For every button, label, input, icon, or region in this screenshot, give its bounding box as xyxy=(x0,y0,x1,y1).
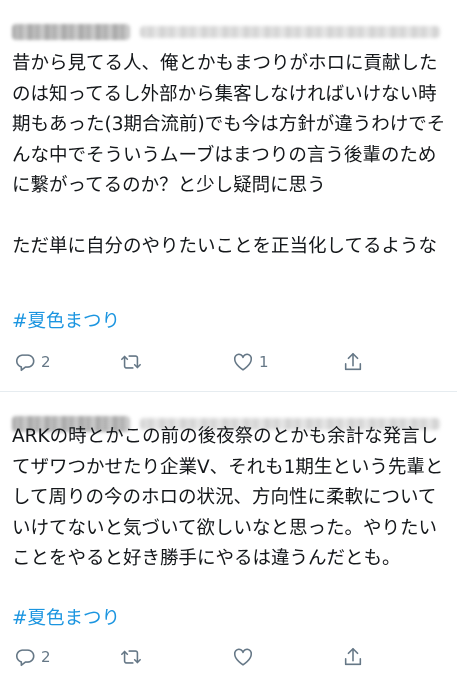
retweet-button[interactable] xyxy=(120,348,147,376)
share-icon xyxy=(344,352,362,371)
like-button[interactable] xyxy=(232,643,259,671)
share-button[interactable] xyxy=(342,348,364,376)
heart-icon xyxy=(233,648,253,666)
blurred-author-name[interactable] xyxy=(12,24,130,40)
reply-button[interactable]: 2 xyxy=(14,643,51,671)
reply-count: 2 xyxy=(41,353,51,371)
tweet-text: ARKの時とかこの前の後夜祭のとかも余計な発言してザワつかせたり企業V、それも1… xyxy=(12,426,444,569)
tweet-card[interactable]: 昔から見てる人、俺とかもまつりがホロに貢献したのは知ってるし外部から集客しなけれ… xyxy=(0,0,457,391)
heart-icon xyxy=(233,353,253,371)
tweet-header xyxy=(12,20,452,44)
retweet-icon xyxy=(121,355,141,369)
hashtag-link[interactable]: #夏色まつり xyxy=(12,604,120,634)
tweet-actions: 2 1 xyxy=(0,348,457,376)
blurred-author-handle[interactable] xyxy=(140,26,440,38)
tweet-card[interactable]: ARKの時とかこの前の後夜祭のとかも余計な発言してザワつかせたり企業V、それも1… xyxy=(0,392,457,685)
reply-button[interactable]: 2 xyxy=(14,348,51,376)
tweet-actions: 2 xyxy=(0,643,457,671)
retweet-icon xyxy=(121,650,141,664)
hashtag-link[interactable]: #夏色まつり xyxy=(12,307,120,337)
share-button[interactable] xyxy=(342,643,364,671)
reply-icon xyxy=(16,354,35,372)
share-icon xyxy=(344,647,362,666)
reply-count: 2 xyxy=(41,648,51,666)
like-button[interactable]: 1 xyxy=(232,348,269,376)
retweet-button[interactable] xyxy=(120,643,147,671)
like-count: 1 xyxy=(259,353,269,371)
reply-icon xyxy=(16,649,35,667)
tweet-text: 昔から見てる人、俺とかもまつりがホロに貢献したのは知ってるし外部から集客しなけれ… xyxy=(12,53,446,257)
